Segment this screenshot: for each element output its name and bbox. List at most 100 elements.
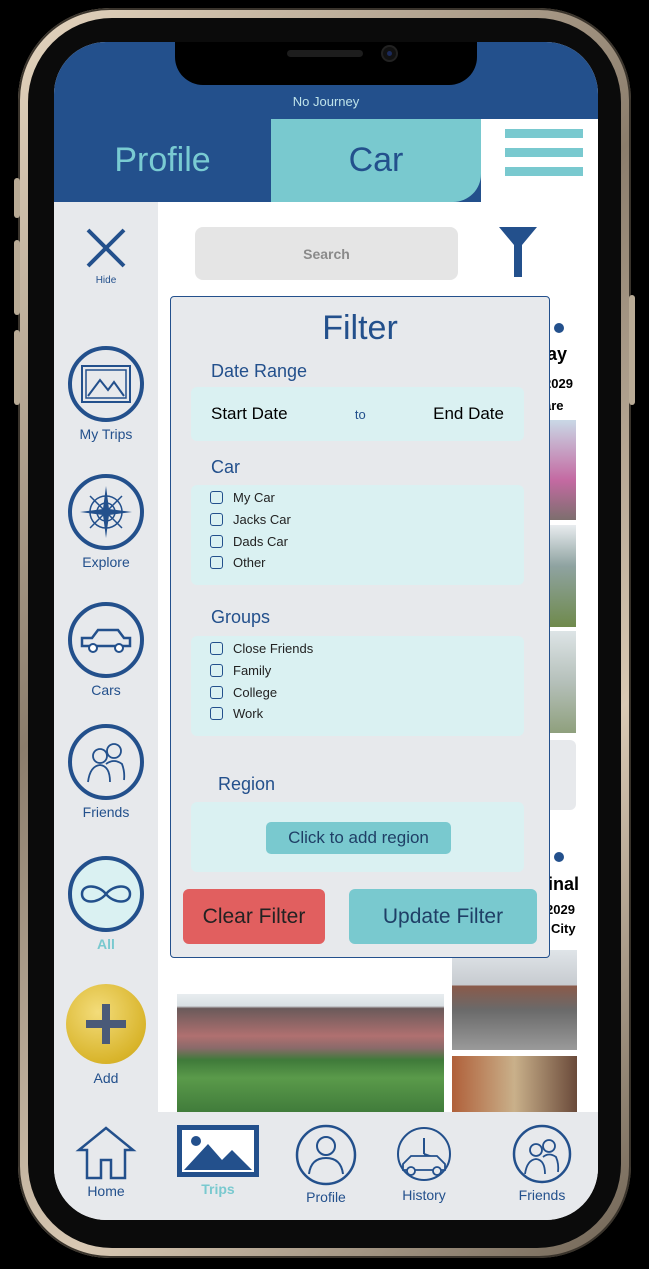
checkbox-label: Family (233, 663, 272, 679)
nav-home-label: Home (87, 1183, 125, 1199)
sidebar-item-all[interactable]: All (54, 856, 158, 952)
nav-history-label: History (402, 1187, 446, 1203)
volume-down-button (14, 330, 20, 405)
hide-label: Hide (95, 275, 117, 286)
car-checkbox[interactable]: Jacks Car (191, 509, 524, 531)
sidebar-label-friends: Friends (82, 804, 130, 820)
hide-sidebar-button[interactable]: Hide (54, 224, 158, 286)
checkbox-label: Jacks Car (233, 512, 291, 528)
end-date-field[interactable]: End Date (433, 404, 504, 424)
checkbox-icon[interactable] (210, 707, 223, 721)
trip-photo[interactable] (546, 420, 576, 520)
sidebar-item-my-trips[interactable]: My Trips (54, 346, 158, 442)
tab-car[interactable]: Car (271, 119, 481, 202)
date-to-label: to (354, 406, 366, 422)
sidebar-item-explore[interactable]: Explore (54, 474, 158, 570)
group-checkbox[interactable]: College (191, 681, 524, 703)
tab-profile[interactable]: Profile (54, 119, 271, 202)
front-camera (383, 47, 396, 60)
card-title-fragment: inal (548, 874, 580, 894)
date-range-panel: Start Date to End Date (191, 387, 524, 441)
volume-up-button (14, 240, 20, 315)
hamburger-menu-icon[interactable] (505, 129, 583, 177)
card-title-fragment: ay (547, 344, 568, 364)
sidebar-item-add[interactable]: Add (54, 984, 158, 1086)
start-date-field[interactable]: Start Date (211, 404, 288, 424)
nav-home[interactable]: Home (74, 1124, 138, 1199)
sidebar-label-add: Add (93, 1070, 119, 1086)
checkbox-icon[interactable] (210, 664, 223, 678)
car-options-panel: My Car Jacks Car Dads Car Other (191, 485, 524, 585)
nav-profile-label: Profile (306, 1189, 346, 1205)
sidebar-label-all: All (97, 936, 115, 952)
nav-trips[interactable]: Trips (176, 1124, 260, 1197)
sidebar-label-my-trips: My Trips (79, 426, 133, 442)
groups-options-panel: Close Friends Family College Work (191, 636, 524, 736)
trip-photo[interactable] (452, 950, 577, 1050)
compass-icon (68, 474, 144, 550)
filter-funnel-icon[interactable] (499, 227, 537, 277)
journey-status: No Journey (292, 94, 360, 109)
checkbox-label: Work (233, 706, 264, 722)
notch (175, 42, 477, 85)
trip-photo[interactable] (452, 1056, 577, 1116)
history-clock-icon (397, 1127, 451, 1181)
car-icon (68, 602, 144, 678)
checkbox-label: My Car (233, 490, 275, 506)
sidebar-label-cars: Cars (91, 682, 121, 698)
card-panel (546, 740, 576, 810)
sidebar: Hide My Trips Explore Cars Friends All A… (54, 202, 158, 1112)
checkbox-icon[interactable] (210, 534, 223, 548)
add-region-button[interactable]: Click to add region (266, 822, 451, 854)
filter-title: Filter (322, 309, 398, 347)
card-dot (554, 323, 564, 333)
menu-area (481, 119, 598, 202)
sidebar-item-friends[interactable]: Friends (54, 724, 158, 820)
group-checkbox[interactable]: Family (191, 660, 524, 682)
checkbox-icon[interactable] (210, 642, 223, 656)
checkbox-label: College (233, 684, 278, 700)
trip-photo[interactable] (546, 525, 576, 627)
plus-icon (66, 984, 146, 1064)
car-checkbox[interactable]: Dads Car (191, 530, 524, 552)
clear-filter-button[interactable]: Clear Filter (183, 889, 325, 944)
app-screen: No Journey Profile Car Hide My Trips Exp… (54, 42, 598, 1220)
nav-history[interactable]: History (392, 1124, 456, 1203)
update-filter-button[interactable]: Update Filter (349, 889, 537, 944)
nav-profile[interactable]: Profile (294, 1124, 358, 1205)
close-icon (86, 228, 126, 268)
sidebar-label-explore: Explore (82, 554, 130, 570)
nav-friends-label: Friends (518, 1187, 566, 1203)
infinity-icon (68, 856, 144, 932)
checkbox-icon[interactable] (210, 556, 223, 570)
stadium-photo[interactable] (177, 994, 444, 1114)
checkbox-label: Dads Car (233, 533, 288, 549)
photo-icon (177, 1125, 259, 1177)
group-checkbox[interactable]: Work (191, 703, 524, 725)
card-year: 2029 (546, 902, 575, 917)
friends-icon (68, 724, 144, 800)
profile-icon (295, 1124, 357, 1186)
groups-section-label: Groups (211, 607, 271, 627)
checkbox-icon[interactable] (210, 491, 223, 505)
search-input[interactable]: Search (195, 227, 458, 280)
checkbox-label: Other (233, 555, 266, 571)
date-range-label: Date Range (211, 361, 308, 381)
car-checkbox[interactable]: Other (191, 552, 524, 574)
trip-photo[interactable] (546, 631, 576, 733)
power-button (629, 295, 635, 405)
checkbox-icon[interactable] (210, 685, 223, 699)
nav-friends[interactable]: Friends (510, 1124, 574, 1203)
nav-trips-label: Trips (201, 1181, 235, 1197)
checkbox-label: Close Friends (233, 641, 314, 657)
sidebar-item-cars[interactable]: Cars (54, 602, 158, 698)
car-checkbox[interactable]: My Car (191, 487, 524, 509)
filter-dialog: Filter Date Range Start Date to End Date… (170, 296, 550, 958)
speaker (287, 50, 363, 57)
friends-icon (512, 1124, 572, 1184)
group-checkbox[interactable]: Close Friends (191, 638, 524, 660)
car-section-label: Car (211, 457, 241, 477)
bottom-nav: Home Trips Profile History Friends (54, 1112, 598, 1220)
region-panel: Click to add region (191, 802, 524, 872)
checkbox-icon[interactable] (210, 513, 223, 527)
